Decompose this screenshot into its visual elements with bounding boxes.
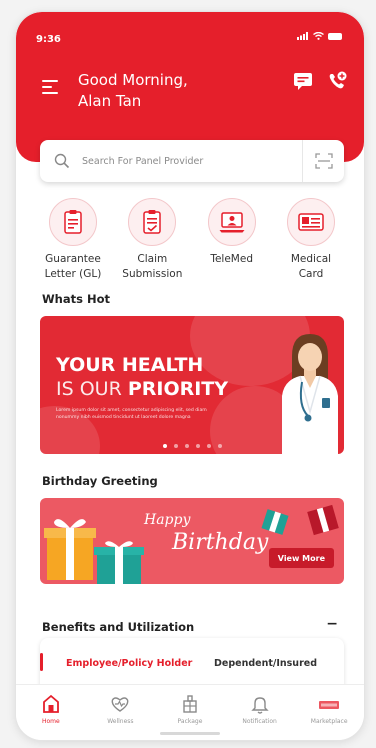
banner-subheadline-thin: IS OUR [56, 378, 122, 400]
bell-icon [250, 697, 269, 714]
carousel-dot[interactable] [206, 444, 211, 448]
doctor-illustration [282, 334, 338, 454]
guarantee-letter-icon [64, 210, 82, 234]
gift-box-icon [44, 519, 96, 580]
home-icon [42, 694, 59, 713]
search-bar [40, 140, 344, 182]
birthday-text: Birthday [172, 530, 269, 555]
marketplace-icon [319, 701, 340, 709]
banner-body-text: Lorem ipsum dolor sit amet, consectetur … [56, 408, 207, 420]
tab-dependent-insured[interactable]: Dependent/Insured [214, 658, 317, 669]
birthday-greeting-title: Birthday Greeting [42, 474, 158, 488]
service-guarantee-letter[interactable]: Guarantee Letter (GL) [36, 198, 110, 282]
birthday-banner[interactable]: Happy Birthday View More [40, 498, 344, 584]
banner-headline: YOUR HEALTH [56, 354, 204, 376]
search-input[interactable] [82, 155, 302, 167]
nav-item-wellness[interactable]: Wellness [90, 693, 150, 725]
status-time: 9:36 [36, 34, 61, 45]
active-tab-indicator [40, 653, 43, 671]
service-label: Medical Card [290, 253, 332, 280]
carousel-dot[interactable] [217, 444, 222, 448]
signal-icon [297, 32, 308, 40]
carousel-dot[interactable] [184, 444, 189, 448]
service-label: TeleMed [210, 253, 253, 265]
chat-icon[interactable] [292, 70, 314, 92]
search-icon [54, 153, 70, 169]
banner-subheadline: IS OUR PRIORITY [56, 378, 228, 400]
service-label: Claim Submission [122, 253, 183, 280]
services-row: Guarantee Letter (GL) Claim Submission T… [36, 198, 348, 282]
carousel-dot[interactable] [195, 444, 200, 448]
nav-label: Wellness [107, 718, 134, 725]
banner-subheadline-bold: PRIORITY [127, 378, 229, 400]
service-icon-circle [49, 198, 97, 246]
nav-label: Marketplace [310, 718, 348, 725]
service-telemed[interactable]: TeleMed [195, 198, 269, 282]
menu-icon[interactable] [42, 80, 58, 98]
nav-label: Package [177, 718, 203, 725]
whats-hot-banner[interactable]: YOUR HEALTH IS OUR PRIORITY Lorem ipsum … [40, 316, 344, 454]
package-icon [183, 695, 197, 713]
nav-item-notification[interactable]: Notification [230, 693, 290, 725]
emergency-call-icon[interactable] [326, 70, 348, 92]
greeting-line: Good Morning, [78, 71, 188, 89]
battery-icon [328, 32, 342, 40]
home-indicator [160, 732, 220, 735]
service-medical-card[interactable]: Medical Card [274, 198, 348, 282]
collapse-button[interactable]: − [326, 616, 338, 632]
benefits-title: Benefits and Utilization [42, 620, 195, 634]
phone-frame: 9:36 Good Morning, Alan Tan Search For P… [16, 12, 364, 740]
service-icon-circle [128, 198, 177, 246]
nav-label: Notification [242, 718, 277, 725]
nav-item-package[interactable]: Package [160, 693, 220, 725]
bottom-nav: Home Wellness Package Notification Marke… [16, 684, 364, 740]
greeting: Good Morning, Alan Tan [78, 70, 188, 112]
user-name: Alan Tan [78, 92, 142, 110]
wifi-icon [313, 32, 324, 40]
scan-button[interactable] [302, 140, 344, 182]
gift-box-icon [307, 504, 339, 536]
carousel-dot[interactable] [173, 444, 178, 448]
tab-employee-policy-holder[interactable]: Employee/Policy Holder [66, 658, 192, 669]
whats-hot-title: Whats Hot [42, 292, 111, 306]
status-icons [297, 32, 342, 40]
gift-box-icon [94, 541, 144, 584]
wellness-icon [111, 697, 129, 712]
nav-item-home[interactable]: Home [21, 693, 81, 725]
nav-label: Home [41, 718, 60, 725]
scan-icon [314, 153, 333, 169]
claim-submission-icon [143, 210, 162, 234]
carousel-dot[interactable] [162, 444, 167, 448]
view-more-button[interactable]: View More [268, 548, 334, 568]
birthday-happy-text: Happy [144, 512, 191, 528]
medical-card-icon [298, 213, 324, 231]
carousel-dots [40, 444, 344, 448]
telemed-icon [219, 212, 245, 233]
service-label: Guarantee Letter (GL) [44, 253, 102, 280]
nav-item-marketplace[interactable]: Marketplace [299, 693, 359, 725]
service-claim-submission[interactable]: Claim Submission [115, 198, 189, 282]
service-icon-circle [207, 198, 256, 246]
service-icon-circle [286, 198, 335, 246]
